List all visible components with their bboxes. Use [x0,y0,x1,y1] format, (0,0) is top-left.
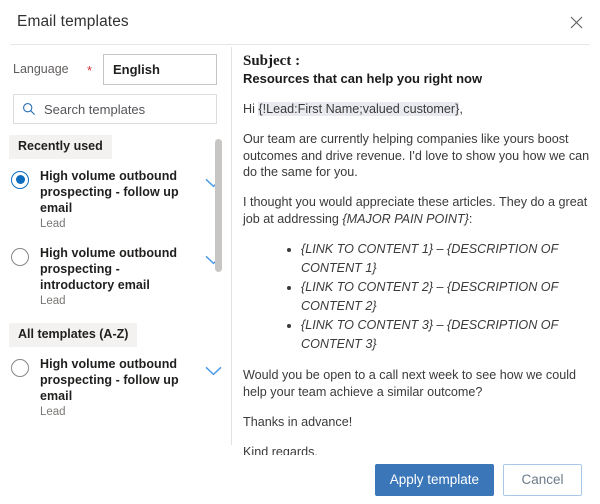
subject-label: Subject : [243,52,590,70]
page-title: Email templates [0,13,129,31]
body-paragraph-3: Would you be open to a call next week to… [243,367,590,400]
search-input[interactable] [44,95,220,123]
subject-value: Resources that can help you right now [243,71,590,88]
email-templates-dialog: Email templates Language * English [0,0,600,504]
greeting-placeholder: {!Lead:First Name;valued customer} [258,102,459,116]
apply-template-button[interactable]: Apply template [375,464,494,496]
template-entity: Lead [40,295,191,309]
dialog-footer: Apply template Cancel [0,455,600,504]
paragraph-2-suffix: : [469,212,473,226]
templates-pane: Language * English Recently used [0,44,231,455]
language-label: Language [13,62,87,76]
dialog-body: Language * English Recently used [0,44,600,455]
template-text: High volume outbound prospecting - follo… [40,168,195,232]
list-item: {LINK TO CONTENT 2} – {DESCRIPTION OF CO… [301,278,590,316]
body-paragraph-2: I thought you would appreciate these art… [243,194,590,227]
template-entity: Lead [40,406,191,420]
template-radio[interactable] [11,359,29,377]
list-scrollbar-thumb[interactable] [215,139,222,272]
signoff-block: Kind regards,{!User:Full Name;Thanks} [243,444,590,455]
template-name: High volume outbound prospecting - intro… [40,245,191,293]
list-item: {LINK TO CONTENT 3} – {DESCRIPTION OF CO… [301,316,590,354]
list-item[interactable]: High volume outbound prospecting - follo… [0,347,231,424]
close-button[interactable] [560,6,592,38]
template-name: High volume outbound prospecting - follo… [40,168,191,216]
group-header-all-templates: All templates (A-Z) [9,323,137,347]
list-item[interactable]: High volume outbound prospecting - intro… [0,424,231,430]
radio-cell[interactable] [0,168,40,189]
greeting-suffix: , [459,102,463,116]
radio-cell[interactable] [0,245,40,266]
chevron-down-icon[interactable] [195,168,231,188]
language-field[interactable]: English [103,54,217,85]
group-header-recently-used: Recently used [9,135,112,159]
list-item[interactable]: High volume outbound prospecting - follo… [0,159,231,236]
template-text: High volume outbound prospecting - follo… [40,356,195,420]
templates-list: Recently used High volume outbound prosp… [0,135,231,430]
language-row: Language * English [0,52,231,86]
body-paragraph-4: Thanks in advance! [243,414,590,431]
signoff-text: Kind regards, [243,445,318,455]
body-paragraph-1: Our team are currently helping companies… [243,131,590,181]
chevron-down-icon[interactable] [195,356,231,376]
close-icon [570,16,583,29]
language-value: English [113,62,160,77]
template-text: High volume outbound prospecting - intro… [40,245,195,309]
template-radio[interactable] [11,171,29,189]
greeting-line: Hi {!Lead:First Name;valued customer}, [243,101,590,118]
pain-point-placeholder: {MAJOR PAIN POINT} [342,212,468,226]
list-item[interactable]: High volume outbound prospecting - intro… [0,236,231,313]
cancel-button[interactable]: Cancel [503,464,582,496]
template-radio[interactable] [11,248,29,266]
search-icon [14,102,44,116]
template-entity: Lead [40,218,191,232]
radio-cell[interactable] [0,356,40,377]
chevron-down-icon[interactable] [195,245,231,265]
email-preview-pane: Subject : Resources that can help you ri… [232,44,600,455]
dialog-header: Email templates [0,0,600,44]
list-item: {LINK TO CONTENT 1} – {DESCRIPTION OF CO… [301,240,590,278]
content-links-list: {LINK TO CONTENT 1} – {DESCRIPTION OF CO… [243,240,590,355]
required-asterisk: * [87,62,103,77]
template-name: High volume outbound prospecting - follo… [40,356,191,404]
greeting-prefix: Hi [243,102,258,116]
search-box[interactable] [13,94,217,124]
